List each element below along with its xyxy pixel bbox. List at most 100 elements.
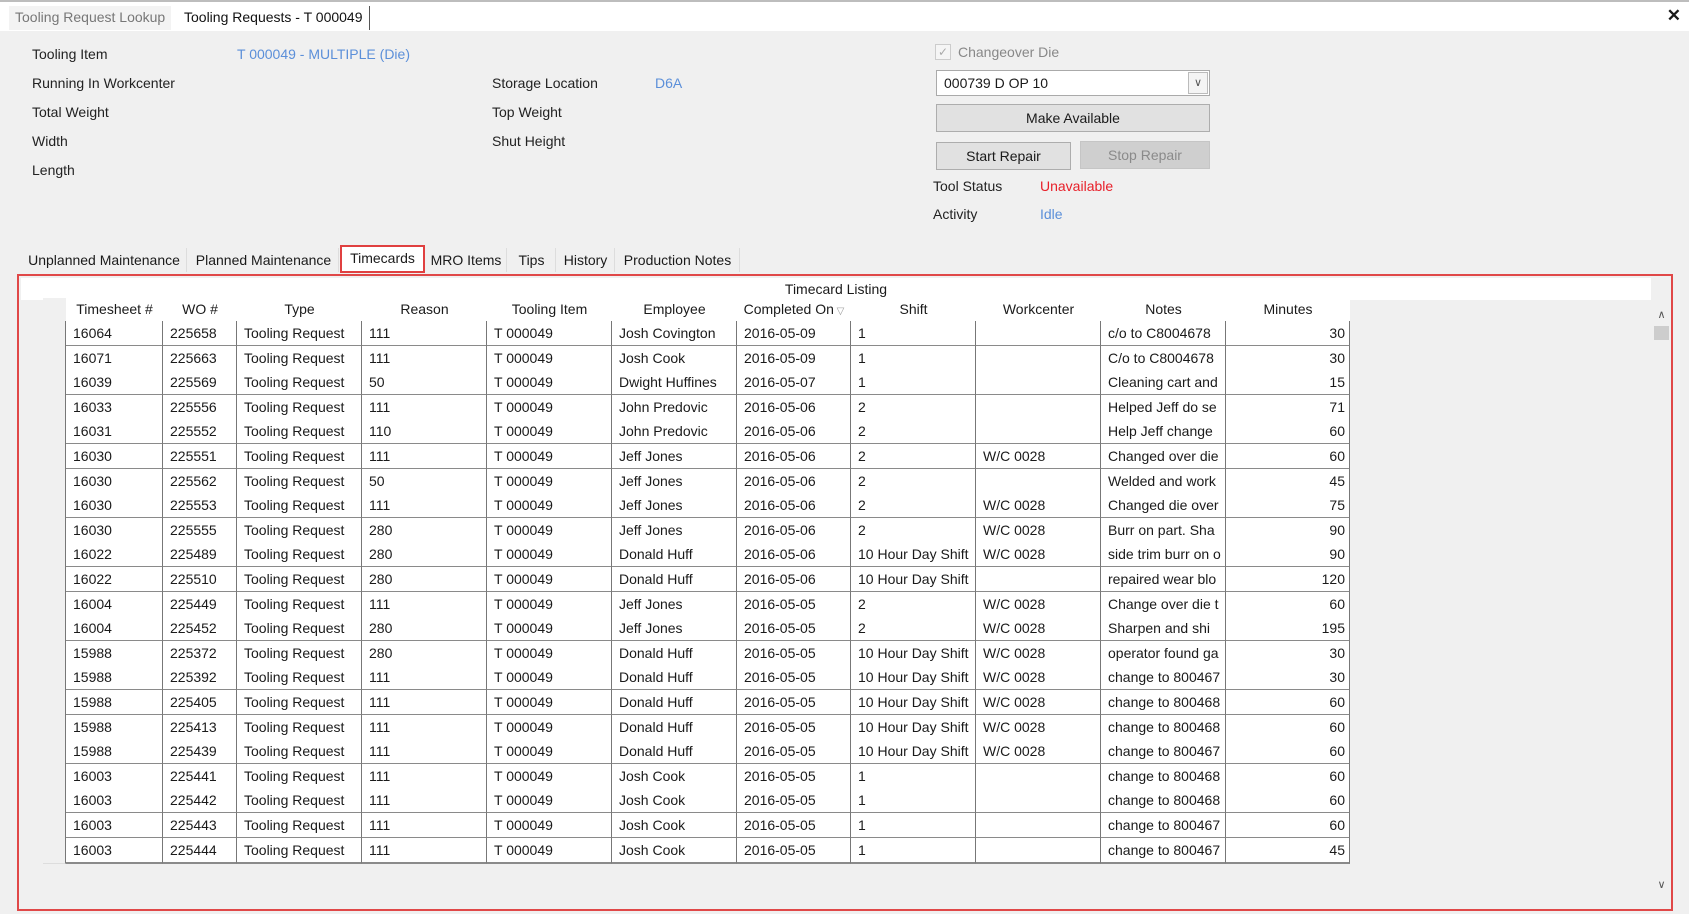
cell-type[interactable]: Tooling Request bbox=[237, 542, 362, 569]
row-selector[interactable] bbox=[43, 837, 66, 864]
cell-tooling-item[interactable]: T 000049 bbox=[487, 444, 612, 470]
cell-notes[interactable]: repaired wear blo bbox=[1101, 567, 1226, 593]
cell-type[interactable]: Tooling Request bbox=[237, 690, 362, 716]
cell-timesheet[interactable]: 15988 bbox=[66, 690, 163, 716]
cell-wo[interactable]: 225553 bbox=[163, 493, 237, 520]
cell-wo[interactable]: 225569 bbox=[163, 370, 237, 397]
cell-minutes[interactable]: 60 bbox=[1226, 763, 1350, 790]
cell-employee[interactable]: Dwight Huffines bbox=[612, 370, 737, 397]
cell-type[interactable]: Tooling Request bbox=[237, 345, 362, 372]
cell-type[interactable]: Tooling Request bbox=[237, 591, 362, 618]
cell-completed-on[interactable]: 2016-05-06 bbox=[737, 567, 851, 593]
cell-timesheet[interactable]: 16033 bbox=[66, 394, 163, 421]
cell-employee[interactable]: Jeff Jones bbox=[612, 493, 737, 520]
make-available-button[interactable]: Make Available bbox=[936, 104, 1210, 132]
tab-tooling-requests[interactable]: Tooling Requests - T 000049 bbox=[178, 6, 370, 30]
cell-workcenter[interactable] bbox=[976, 567, 1101, 593]
cell-tooling-item[interactable]: T 000049 bbox=[487, 640, 612, 667]
cell-reason[interactable]: 280 bbox=[362, 640, 487, 667]
cell-tooling-item[interactable]: T 000049 bbox=[487, 690, 612, 716]
cell-workcenter[interactable]: W/C 0028 bbox=[976, 493, 1101, 520]
cell-notes[interactable]: change to 800467 bbox=[1101, 813, 1226, 839]
cell-notes[interactable]: change to 800468 bbox=[1101, 788, 1226, 815]
cell-timesheet[interactable]: 16030 bbox=[66, 468, 163, 495]
cell-notes[interactable]: C/o to C8004678 bbox=[1101, 345, 1226, 372]
row-selector[interactable] bbox=[43, 370, 66, 397]
cell-shift[interactable]: 10 Hour Day Shift bbox=[851, 542, 976, 569]
cell-employee[interactable]: Josh Cook bbox=[612, 788, 737, 815]
horizontal-scrollbar[interactable] bbox=[19, 894, 1671, 908]
cell-type[interactable]: Tooling Request bbox=[237, 370, 362, 397]
cell-shift[interactable]: 1 bbox=[851, 813, 976, 839]
changeover-die-checkbox[interactable]: ✓ bbox=[935, 44, 951, 60]
row-selector[interactable] bbox=[43, 763, 66, 790]
cell-wo[interactable]: 225551 bbox=[163, 444, 237, 470]
cell-wo[interactable]: 225489 bbox=[163, 542, 237, 569]
cell-shift[interactable]: 10 Hour Day Shift bbox=[851, 690, 976, 716]
cell-employee[interactable]: Josh Cook bbox=[612, 345, 737, 372]
cell-shift[interactable]: 1 bbox=[851, 763, 976, 790]
cell-shift[interactable]: 2 bbox=[851, 493, 976, 520]
cell-completed-on[interactable]: 2016-05-05 bbox=[737, 690, 851, 716]
cell-reason[interactable]: 111 bbox=[362, 813, 487, 839]
cell-employee[interactable]: Josh Cook bbox=[612, 763, 737, 790]
cell-employee[interactable]: Jeff Jones bbox=[612, 616, 737, 643]
cell-type[interactable]: Tooling Request bbox=[237, 665, 362, 692]
column-header-minutes[interactable]: Minutes bbox=[1226, 298, 1350, 321]
cell-timesheet[interactable]: 16004 bbox=[66, 616, 163, 643]
cell-notes[interactable]: side trim burr on o bbox=[1101, 542, 1226, 569]
cell-shift[interactable]: 1 bbox=[851, 370, 976, 397]
cell-notes[interactable]: Sharpen and shi bbox=[1101, 616, 1226, 643]
cell-minutes[interactable]: 120 bbox=[1226, 567, 1350, 593]
cell-wo[interactable]: 225510 bbox=[163, 567, 237, 593]
cell-wo[interactable]: 225658 bbox=[163, 321, 237, 347]
cell-tooling-item[interactable]: T 000049 bbox=[487, 591, 612, 618]
cell-reason[interactable]: 111 bbox=[362, 837, 487, 864]
cell-type[interactable]: Tooling Request bbox=[237, 517, 362, 544]
cell-notes[interactable]: change to 800467 bbox=[1101, 665, 1226, 692]
cell-timesheet[interactable]: 16003 bbox=[66, 837, 163, 864]
tab-production-notes[interactable]: Production Notes bbox=[616, 248, 740, 272]
cell-minutes[interactable]: 60 bbox=[1226, 813, 1350, 839]
cell-notes[interactable]: Changed over die bbox=[1101, 444, 1226, 470]
row-selector[interactable] bbox=[43, 517, 66, 544]
scroll-up-icon[interactable]: ∧ bbox=[1652, 306, 1671, 324]
cell-reason[interactable]: 111 bbox=[362, 591, 487, 618]
cell-notes[interactable]: Changed die over bbox=[1101, 493, 1226, 520]
tab-timecards[interactable]: Timecards bbox=[340, 245, 425, 273]
cell-completed-on[interactable]: 2016-05-05 bbox=[737, 640, 851, 667]
cell-completed-on[interactable]: 2016-05-05 bbox=[737, 739, 851, 766]
cell-type[interactable]: Tooling Request bbox=[237, 763, 362, 790]
cell-employee[interactable]: Donald Huff bbox=[612, 714, 737, 741]
cell-workcenter[interactable] bbox=[976, 419, 1101, 446]
row-selector[interactable] bbox=[43, 690, 66, 716]
column-header-notes[interactable]: Notes bbox=[1101, 298, 1226, 321]
cell-tooling-item[interactable]: T 000049 bbox=[487, 763, 612, 790]
row-selector[interactable] bbox=[43, 394, 66, 421]
cell-notes[interactable]: Help Jeff change bbox=[1101, 419, 1226, 446]
cell-reason[interactable]: 280 bbox=[362, 616, 487, 643]
cell-shift[interactable]: 1 bbox=[851, 321, 976, 347]
storage-location-link[interactable]: D6A bbox=[655, 75, 682, 91]
cell-minutes[interactable]: 60 bbox=[1226, 714, 1350, 741]
cell-reason[interactable]: 111 bbox=[362, 690, 487, 716]
cell-shift[interactable]: 2 bbox=[851, 517, 976, 544]
cell-employee[interactable]: Donald Huff bbox=[612, 567, 737, 593]
tab-unplanned-maintenance[interactable]: Unplanned Maintenance bbox=[22, 248, 187, 272]
cell-shift[interactable]: 1 bbox=[851, 837, 976, 864]
cell-tooling-item[interactable]: T 000049 bbox=[487, 468, 612, 495]
cell-wo[interactable]: 225405 bbox=[163, 690, 237, 716]
cell-reason[interactable]: 280 bbox=[362, 517, 487, 544]
cell-timesheet[interactable]: 16003 bbox=[66, 813, 163, 839]
cell-employee[interactable]: John Predovic bbox=[612, 419, 737, 446]
cell-workcenter[interactable]: W/C 0028 bbox=[976, 542, 1101, 569]
tab-planned-maintenance[interactable]: Planned Maintenance bbox=[189, 248, 339, 272]
cell-wo[interactable]: 225449 bbox=[163, 591, 237, 618]
cell-type[interactable]: Tooling Request bbox=[237, 468, 362, 495]
cell-wo[interactable]: 225442 bbox=[163, 788, 237, 815]
cell-wo[interactable]: 225392 bbox=[163, 665, 237, 692]
cell-minutes[interactable]: 195 bbox=[1226, 616, 1350, 643]
cell-wo[interactable]: 225452 bbox=[163, 616, 237, 643]
cell-minutes[interactable]: 90 bbox=[1226, 542, 1350, 569]
column-header-completed-on[interactable]: Completed On ▽ bbox=[737, 298, 851, 321]
